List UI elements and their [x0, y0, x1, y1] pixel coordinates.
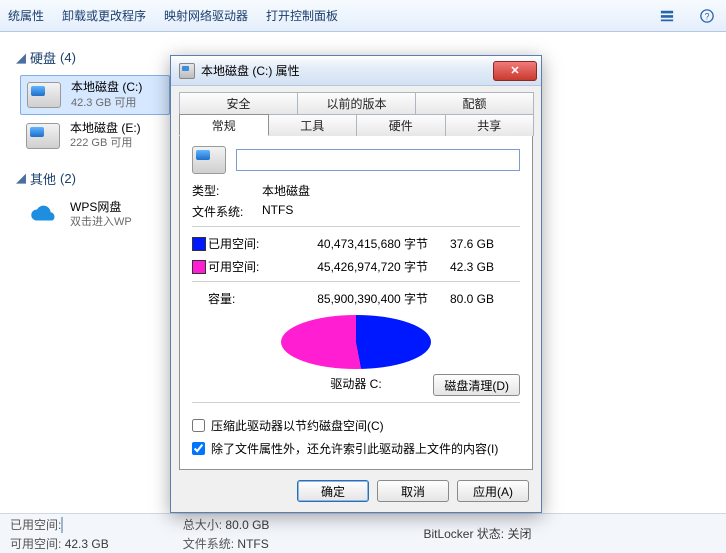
- drive-text: 本地磁盘 (E:) 222 GB 可用: [70, 121, 141, 151]
- index-checkbox[interactable]: [192, 442, 205, 455]
- used-label: 已用空间:: [208, 235, 278, 252]
- capacity-gb: 80.0 GB: [428, 292, 494, 306]
- tab-general[interactable]: 常规: [179, 114, 269, 136]
- status-bitlocker: BitLocker 状态: 关闭: [423, 525, 531, 542]
- drive-wps-cloud[interactable]: WPS网盘 双击进入WP: [20, 196, 170, 234]
- used-swatch: [192, 237, 206, 251]
- compress-checkbox-row[interactable]: 压缩此驱动器以节约磁盘空间(C): [192, 417, 520, 434]
- drive-c[interactable]: 本地磁盘 (C:) 42.3 GB 可用: [20, 75, 170, 115]
- toolbar-map-network-drive[interactable]: 映射网络驱动器: [164, 7, 248, 24]
- drive-icon: [26, 123, 60, 149]
- status-free-value: 42.3 GB: [65, 537, 109, 551]
- capacity-row: 容量: 85,900,390,400 字节 80.0 GB: [192, 290, 520, 307]
- index-label: 除了文件属性外，还允许索引此驱动器上文件的内容(I): [211, 440, 498, 457]
- free-gb: 42.3 GB: [428, 260, 494, 274]
- drive-name: WPS网盘: [70, 200, 132, 216]
- compress-label: 压缩此驱动器以节约磁盘空间(C): [211, 417, 384, 434]
- section-label: 硬盘: [30, 48, 56, 67]
- tab-quota[interactable]: 配额: [415, 92, 534, 114]
- toolbar-uninstall-programs[interactable]: 卸载或更改程序: [62, 7, 146, 24]
- status-used-label: 已用空间:: [10, 518, 61, 532]
- drive-name: 本地磁盘 (C:): [71, 80, 142, 96]
- filesystem-value: NTFS: [262, 203, 520, 220]
- close-icon: ✕: [510, 64, 519, 77]
- cloud-icon: [26, 202, 60, 228]
- drive-sub: 222 GB 可用: [70, 136, 141, 150]
- tab-hardware[interactable]: 硬件: [356, 114, 446, 136]
- dialog-title: 本地磁盘 (C:) 属性: [201, 62, 487, 79]
- capacity-label: 容量:: [208, 290, 278, 307]
- free-label: 可用空间:: [208, 258, 278, 275]
- pie-label: 驱动器 C:: [330, 375, 381, 392]
- drive-text: WPS网盘 双击进入WP: [70, 200, 132, 230]
- close-button[interactable]: ✕: [493, 61, 537, 81]
- compress-checkbox[interactable]: [192, 419, 205, 432]
- status-fs-value: NTFS: [237, 537, 268, 551]
- capacity-bytes: 85,900,390,400 字节: [278, 290, 428, 307]
- status-size-value: 80.0 GB: [225, 518, 269, 532]
- dialog-tabs: 安全 以前的版本 配额 常规 工具 硬件 共享 类型: 本地磁盘 文件系统: N…: [171, 86, 541, 470]
- tab-tools[interactable]: 工具: [268, 114, 358, 136]
- collapse-arrow-icon: ◢: [16, 50, 26, 66]
- drive-icon: [192, 146, 226, 174]
- divider: [192, 226, 520, 227]
- type-label: 类型:: [192, 182, 262, 199]
- ok-button[interactable]: 确定: [297, 480, 369, 502]
- status-used-bar: [61, 517, 63, 533]
- status-free-label: 可用空间:: [10, 537, 61, 551]
- drive-sub: 42.3 GB 可用: [71, 96, 142, 110]
- drive-icon: [27, 82, 61, 108]
- status-fs-label: 文件系统:: [183, 537, 234, 551]
- drive-label-input[interactable]: [236, 149, 520, 171]
- used-bytes: 40,473,415,680 字节: [278, 235, 428, 252]
- dialog-titlebar[interactable]: 本地磁盘 (C:) 属性 ✕: [171, 56, 541, 86]
- index-checkbox-row[interactable]: 除了文件属性外，还允许索引此驱动器上文件的内容(I): [192, 440, 520, 457]
- svg-text:?: ?: [705, 11, 710, 21]
- used-gb: 37.6 GB: [428, 237, 494, 251]
- drive-text: 本地磁盘 (C:) 42.3 GB 可用: [71, 80, 142, 110]
- view-options-icon[interactable]: [656, 5, 678, 27]
- section-count: (2): [60, 171, 76, 186]
- free-swatch: [192, 260, 206, 274]
- explorer-toolbar: 统属性 卸载或更改程序 映射网络驱动器 打开控制面板 ?: [0, 0, 726, 32]
- collapse-arrow-icon: ◢: [16, 170, 26, 186]
- divider: [192, 402, 520, 403]
- tab-security[interactable]: 安全: [179, 92, 298, 114]
- drive-e[interactable]: 本地磁盘 (E:) 222 GB 可用: [20, 117, 170, 155]
- section-label: 其他: [30, 169, 56, 188]
- space-grid: 已用空间: 40,473,415,680 字节 37.6 GB 可用空间: 45…: [192, 235, 520, 275]
- drive-sub: 双击进入WP: [70, 215, 132, 229]
- filesystem-label: 文件系统:: [192, 203, 262, 220]
- drive-icon: [179, 63, 195, 79]
- tab-sharing[interactable]: 共享: [445, 114, 535, 136]
- cancel-button[interactable]: 取消: [377, 480, 449, 502]
- drive-properties-dialog: 本地磁盘 (C:) 属性 ✕ 安全 以前的版本 配额 常规 工具 硬件 共享 类…: [170, 55, 542, 513]
- dialog-button-row: 确定 取消 应用(A): [171, 470, 541, 512]
- tab-previous-versions[interactable]: 以前的版本: [297, 92, 416, 114]
- apply-button[interactable]: 应用(A): [457, 480, 529, 502]
- section-count: (4): [60, 50, 76, 65]
- disk-cleanup-button[interactable]: 磁盘清理(D): [433, 374, 520, 396]
- tab-panel-general: 类型: 本地磁盘 文件系统: NTFS 已用空间: 40,473,415,680…: [179, 135, 533, 470]
- free-bytes: 45,426,974,720 字节: [278, 258, 428, 275]
- divider: [192, 281, 520, 282]
- status-size-label: 总大小:: [183, 518, 222, 532]
- toolbar-system-properties[interactable]: 统属性: [8, 7, 44, 24]
- help-icon[interactable]: ?: [696, 5, 718, 27]
- explorer-statusbar: 已用空间: 可用空间: 42.3 GB 总大小: 80.0 GB 文件系统: N…: [0, 513, 726, 553]
- type-value: 本地磁盘: [262, 182, 520, 199]
- toolbar-open-control-panel[interactable]: 打开控制面板: [266, 7, 338, 24]
- drive-name: 本地磁盘 (E:): [70, 121, 141, 137]
